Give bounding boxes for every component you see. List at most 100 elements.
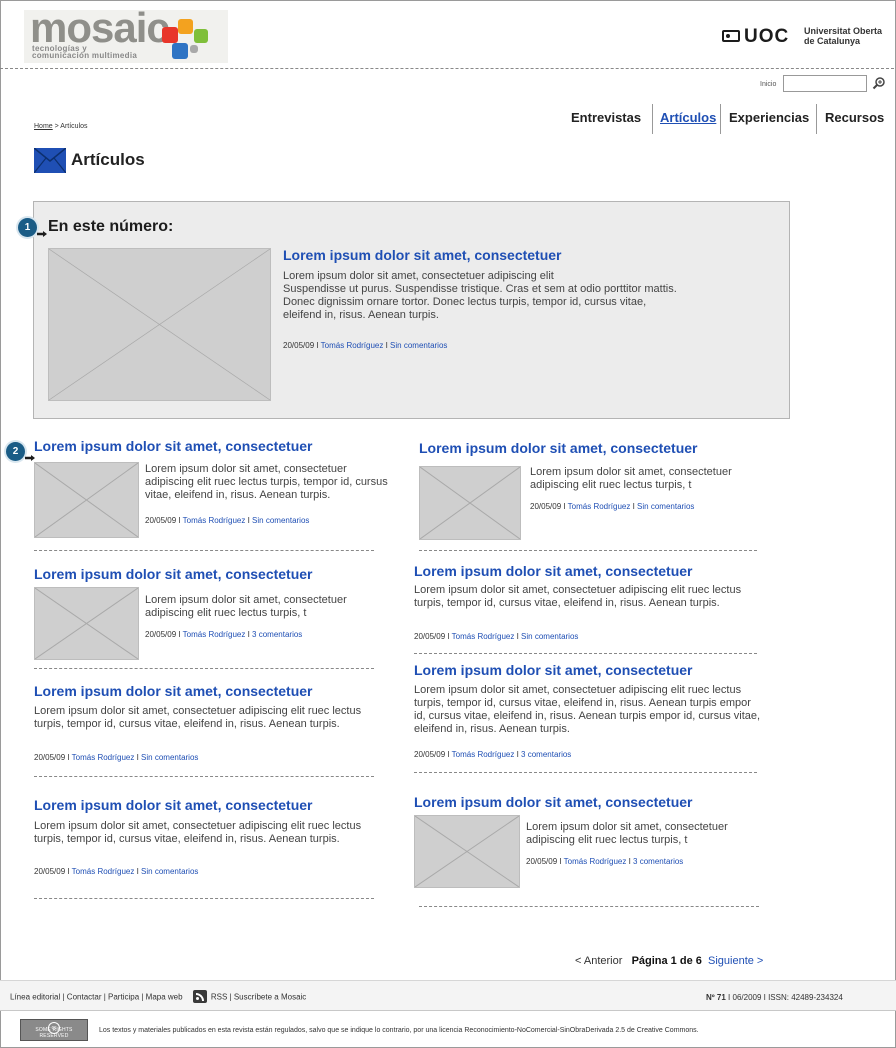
mosaic-logo[interactable]: mosaic tecnologías y comunicación multim… [24, 4, 228, 63]
footer-divider [0, 1010, 896, 1011]
nav-divider [816, 104, 817, 134]
breadcrumb: Home > Artículos [34, 123, 88, 130]
article-date: 20/05/09 [414, 750, 446, 759]
header-divider [0, 68, 894, 69]
nav-experiencias[interactable]: Experiencias [729, 110, 809, 125]
logo-squares-icon [162, 19, 210, 61]
featured-excerpt-line-3: Donec dignissim ornare tortor. Donec lec… [283, 296, 647, 308]
nav-divider [652, 104, 653, 134]
article-title[interactable]: Lorem ipsum dolor sit amet, consectetuer [414, 794, 693, 810]
article-excerpt: Lorem ipsum dolor sit amet, consectetuer… [530, 466, 732, 491]
article-title[interactable]: Lorem ipsum dolor sit amet, consectetuer [34, 797, 313, 813]
featured-excerpt-line-1: Lorem ipsum dolor sit amet, consectetuer… [283, 270, 554, 282]
annotation-badge-1: 1 [18, 218, 37, 237]
footer-link-rss[interactable]: RSS [211, 993, 227, 1002]
university-name: Universitat Oberta de Catalunya [804, 26, 882, 46]
university-name-line-1: Universitat Oberta [804, 26, 883, 36]
university-name-line-2: de Catalunya [804, 36, 861, 46]
breadcrumb-current: Artículos [60, 123, 88, 130]
article-author-link[interactable]: Tomás Rodríguez [183, 516, 246, 525]
article-date: 20/05/09 [283, 341, 315, 350]
article-divider [34, 668, 374, 669]
article-title[interactable]: Lorem ipsum dolor sit amet, consectetuer [414, 563, 693, 579]
article-comments-link[interactable]: 3 comentarios [252, 630, 302, 639]
article-title[interactable]: Lorem ipsum dolor sit amet, consectetuer [34, 566, 313, 582]
article-meta: 20/05/09 I Tomás Rodríguez I Sin comenta… [34, 867, 198, 876]
article-date: 20/05/09 [34, 867, 66, 876]
article-excerpt: Lorem ipsum dolor sit amet, consectetuer… [34, 820, 362, 845]
article-author-link[interactable]: Tomás Rodríguez [564, 857, 627, 866]
article-date: 20/05/09 [145, 630, 177, 639]
article-comments-link[interactable]: Sin comentarios [637, 502, 694, 511]
nav-articulos[interactable]: Artículos [660, 110, 716, 125]
rss-icon[interactable] [192, 990, 207, 1003]
article-title[interactable]: Lorem ipsum dolor sit amet, consectetuer [34, 683, 313, 699]
article-excerpt: Lorem ipsum dolor sit amet, consectetuer… [145, 594, 347, 619]
article-date: 20/05/09 [414, 632, 446, 641]
breadcrumb-home-link[interactable]: Home [34, 123, 53, 130]
featured-excerpt-line-2: Suspendisse ut purus. Suspendisse tristi… [283, 283, 677, 295]
article-comments-link[interactable]: Sin comentarios [390, 341, 447, 350]
article-author-link[interactable]: Tomás Rodríguez [321, 341, 384, 350]
article-divider [419, 906, 759, 907]
article-image-placeholder[interactable] [34, 462, 139, 538]
footer-links: Línea editorial | Contactar | Participa … [10, 990, 306, 1004]
footer-link-linea-editorial[interactable]: Línea editorial [10, 993, 60, 1002]
footer-link-participa[interactable]: Participa [108, 993, 139, 1002]
article-comments-link[interactable]: Sin comentarios [521, 632, 578, 641]
uoc-wordmark: UOC [744, 26, 790, 47]
article-comments-link[interactable]: Sin comentarios [141, 753, 198, 762]
featured-image-placeholder[interactable] [48, 248, 271, 401]
article-author-link[interactable]: Tomás Rodríguez [72, 867, 135, 876]
article-comments-link[interactable]: Sin comentarios [141, 867, 198, 876]
article-excerpt: Lorem ipsum dolor sit amet, consectetuer… [414, 684, 761, 735]
article-meta: 20/05/09 I Tomás Rodríguez I Sin comenta… [530, 502, 694, 511]
article-image-placeholder[interactable] [419, 466, 521, 540]
article-comments-link[interactable]: 3 comentarios [633, 857, 683, 866]
logo-tagline-2: comunicación multimedia [32, 51, 138, 60]
featured-article-excerpt: Lorem ipsum dolor sit amet, consectetuer… [283, 270, 753, 322]
article-author-link[interactable]: Tomás Rodríguez [452, 632, 515, 641]
footer-link-mapa-web[interactable]: Mapa web [146, 993, 183, 1002]
article-meta: 20/05/09 I Tomás Rodríguez I Sin comenta… [145, 516, 309, 525]
article-author-link[interactable]: Tomás Rodríguez [72, 753, 135, 762]
article-author-link[interactable]: Tomás Rodríguez [568, 502, 631, 511]
pager-next-link[interactable]: Siguiente > [708, 955, 763, 967]
footer-link-contactar[interactable]: Contactar [67, 993, 102, 1002]
nav-recursos[interactable]: Recursos [825, 110, 884, 125]
featured-article-title[interactable]: Lorem ipsum dolor sit amet, consectetuer [283, 247, 562, 263]
article-meta: 20/05/09 I Tomás Rodríguez I Sin comenta… [414, 632, 578, 641]
creative-commons-badge[interactable]: cc SOME RIGHTS RESERVED [20, 1019, 88, 1041]
search-icon[interactable] [872, 76, 886, 90]
footer-link-suscribete[interactable]: Suscríbete a Mosaic [234, 993, 306, 1002]
nav-entrevistas[interactable]: Entrevistas [571, 110, 641, 125]
article-title[interactable]: Lorem ipsum dolor sit amet, consectetuer [414, 662, 693, 678]
issue-date-issn: I 06/2009 I ISSN: 42489-234324 [725, 993, 843, 1002]
pager-previous-link[interactable]: < Anterior [575, 955, 622, 967]
article-divider [414, 653, 757, 654]
article-image-placeholder[interactable] [34, 587, 139, 660]
article-meta: 20/05/09 I Tomás Rodríguez I 3 comentari… [145, 630, 302, 639]
article-excerpt: Lorem ipsum dolor sit amet, consectetuer… [414, 584, 742, 609]
article-author-link[interactable]: Tomás Rodríguez [183, 630, 246, 639]
article-image-placeholder[interactable] [414, 815, 520, 888]
featured-article-meta: 20/05/09 I Tomás Rodríguez I Sin comenta… [283, 341, 447, 350]
page-title: Artículos [71, 150, 145, 169]
article-comments-link[interactable]: Sin comentarios [252, 516, 309, 525]
article-excerpt: Lorem ipsum dolor sit amet, consectetuer… [145, 463, 388, 501]
article-title[interactable]: Lorem ipsum dolor sit amet, consectetuer [34, 438, 313, 454]
article-meta: 20/05/09 I Tomás Rodríguez I 3 comentari… [526, 857, 683, 866]
article-divider [34, 898, 374, 899]
license-text: Los textos y materiales publicados en es… [99, 1027, 699, 1034]
article-excerpt: Lorem ipsum dolor sit amet, consectetuer… [34, 705, 362, 730]
article-title[interactable]: Lorem ipsum dolor sit amet, consectetuer [419, 440, 698, 456]
article-comments-link[interactable]: 3 comentarios [521, 750, 571, 759]
article-author-link[interactable]: Tomás Rodríguez [452, 750, 515, 759]
article-date: 20/05/09 [145, 516, 177, 525]
annotation-arrow-icon [37, 224, 47, 237]
article-excerpt: Lorem ipsum dolor sit amet, consectetuer… [526, 821, 728, 846]
cc-badge-text: SOME RIGHTS RESERVED [35, 1027, 73, 1039]
search-label: Inicio [760, 81, 777, 88]
article-divider [414, 772, 757, 773]
search-input[interactable] [783, 75, 867, 92]
